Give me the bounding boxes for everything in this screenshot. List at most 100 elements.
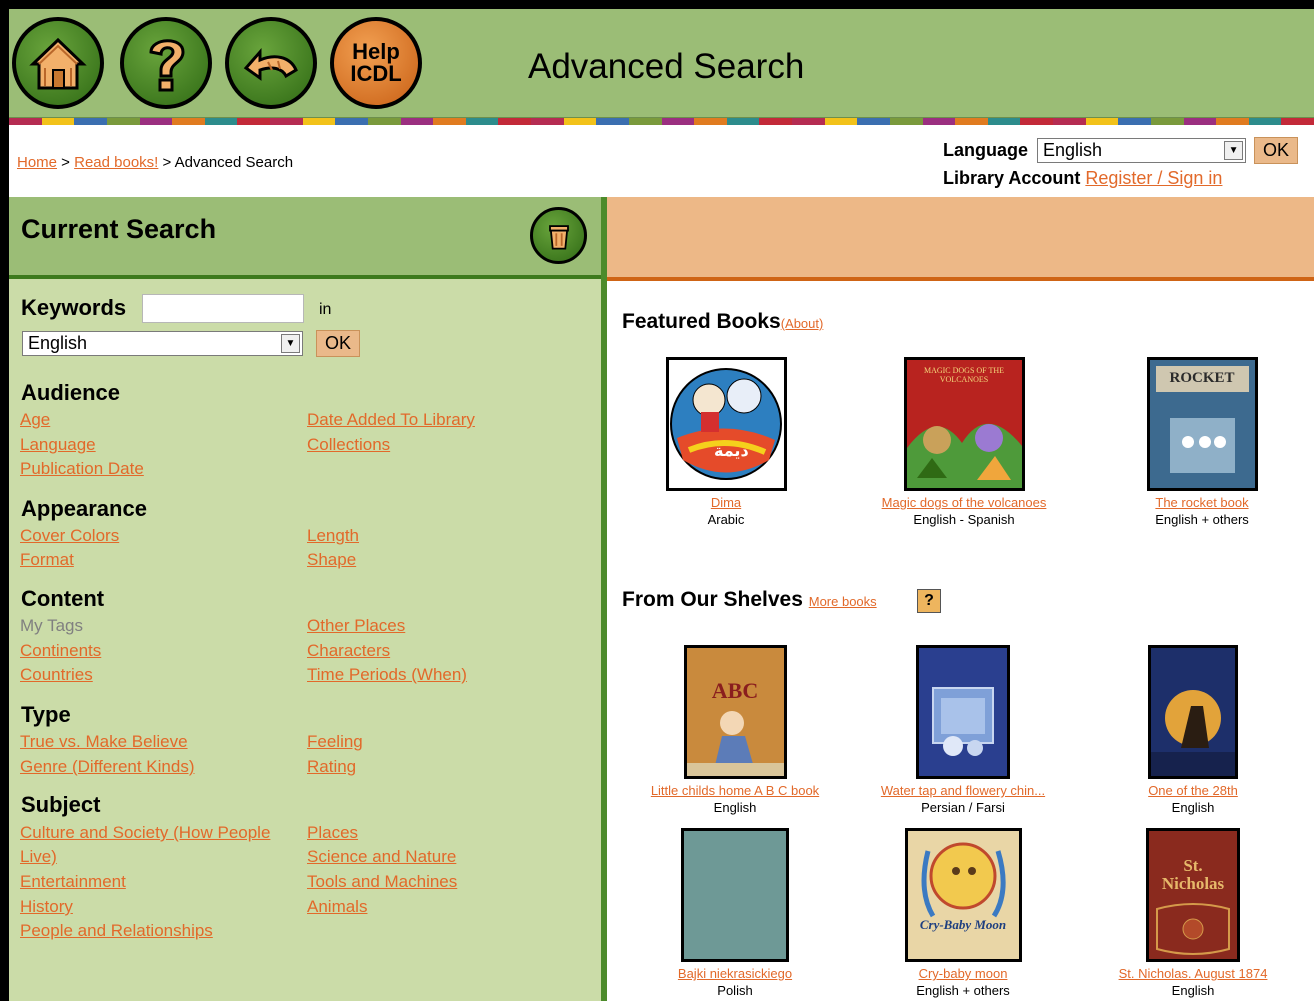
abc-cover-art: [686, 711, 784, 776]
facet-collections-link[interactable]: Collections: [307, 435, 390, 455]
shelves-help-button[interactable]: ?: [917, 589, 941, 613]
language-label: Language: [943, 140, 1029, 160]
facet-date-added-link[interactable]: Date Added To Library: [307, 410, 475, 430]
library-account-label: Library Account: [943, 168, 1081, 188]
book-title-link[interactable]: The rocket book: [1155, 495, 1248, 510]
book-language: English + others: [916, 983, 1010, 998]
stripe-segment: [74, 118, 107, 125]
stripe-segment: [1150, 118, 1184, 125]
book-title-link[interactable]: Water tap and flowery chin...: [881, 783, 1045, 798]
facet-places-link[interactable]: Places: [307, 823, 358, 843]
facet-age-link[interactable]: Age: [20, 410, 50, 430]
facet-history-link[interactable]: History: [20, 897, 73, 917]
stripe-segment: [1118, 118, 1151, 125]
shelf-book-card[interactable]: Bajki niekrasickiego Polish: [635, 828, 835, 998]
facet-people-relationships-link[interactable]: People and Relationships: [20, 921, 213, 941]
facet-length-link[interactable]: Length: [307, 526, 359, 546]
breadcrumb-separator: >: [158, 154, 175, 171]
facet-shape-link[interactable]: Shape: [307, 550, 356, 570]
facet-other-places-link[interactable]: Other Places: [307, 616, 405, 636]
stripe-segment: [661, 118, 695, 125]
dima-cover-art: ديمة: [669, 368, 782, 480]
facet-characters-link[interactable]: Characters: [307, 641, 390, 661]
book-title-link[interactable]: Little childs home A B C book: [651, 783, 819, 798]
stripe-segment: [694, 118, 727, 125]
cover-text: MAGIC DOGS OF THE VOLCANOES: [923, 366, 1005, 384]
book-title-link[interactable]: Cry-baby moon: [919, 966, 1008, 981]
book-title-link[interactable]: St. Nicholas. August 1874: [1119, 966, 1268, 981]
book-cover[interactable]: [916, 645, 1010, 779]
facet-continents-link[interactable]: Continents: [20, 641, 101, 661]
facet-my-tags: My Tags: [20, 616, 83, 635]
featured-about-link[interactable]: (About): [781, 316, 824, 331]
stripe-segment: [531, 118, 564, 125]
shelf-book-card[interactable]: St. Nicholas St. Nicholas. August 1874 E…: [1093, 828, 1293, 998]
book-language: Arabic: [707, 512, 745, 527]
facet-feeling-link[interactable]: Feeling: [307, 732, 363, 752]
book-cover[interactable]: ديمة: [665, 357, 787, 491]
chevron-down-icon: ▼: [281, 334, 300, 353]
home-button[interactable]: [12, 17, 104, 109]
facet-countries-link[interactable]: Countries: [20, 665, 93, 685]
shelf-book-card[interactable]: One of the 28th English: [1093, 645, 1293, 815]
facet-time-periods-link[interactable]: Time Periods (When): [307, 665, 467, 685]
help-icdl-button[interactable]: Help ICDL: [330, 17, 422, 109]
facet-tools-machines-link[interactable]: Tools and Machines: [307, 872, 457, 892]
book-language: English - Spanish: [913, 512, 1015, 527]
facet-language-link[interactable]: Language: [20, 435, 96, 455]
facet-culture-society-link[interactable]: Culture and Society (How People: [20, 823, 270, 843]
keywords-input[interactable]: [142, 294, 304, 323]
facet-culture-society-link-cont[interactable]: Live): [20, 847, 57, 867]
book-cover[interactable]: MAGIC DOGS OF THE VOLCANOES: [903, 357, 1025, 491]
stripe-segment: [498, 118, 531, 125]
facet-format-link[interactable]: Format: [20, 550, 74, 570]
stripe-segment: [857, 118, 890, 125]
stripe-segment: [922, 118, 956, 125]
help-question-button[interactable]: [120, 17, 212, 109]
facet-true-vs-make-believe-link[interactable]: True vs. Make Believe: [20, 732, 188, 752]
stripe-segment: [596, 118, 629, 125]
stripe-segment: [335, 118, 368, 125]
back-button[interactable]: [225, 17, 317, 109]
keywords-language-select[interactable]: English ▼: [22, 331, 303, 356]
back-arrow-icon: [243, 48, 298, 81]
clear-search-button[interactable]: [530, 207, 587, 264]
breadcrumb-home-link[interactable]: Home: [17, 154, 57, 171]
facet-science-nature-link[interactable]: Science and Nature: [307, 847, 456, 867]
stripe-segment: [628, 118, 662, 125]
shelf-book-card[interactable]: ABC Little childs home A B C book Englis…: [635, 645, 835, 815]
site-language-select[interactable]: English ▼: [1037, 138, 1247, 163]
results-header: [607, 197, 1314, 281]
facet-publication-date-link[interactable]: Publication Date: [20, 459, 144, 479]
svg-text:ديمة: ديمة: [714, 441, 749, 460]
shelf-book-card[interactable]: Cry-Baby Moon Cry-baby moon English + ot…: [863, 828, 1063, 998]
featured-books-heading: Featured Books(About): [622, 310, 823, 334]
page-title: Advanced Search: [528, 47, 805, 86]
keywords-ok-button[interactable]: OK: [316, 330, 361, 357]
book-cover[interactable]: [681, 828, 789, 962]
facet-cover-colors-link[interactable]: Cover Colors: [20, 526, 119, 546]
book-cover[interactable]: St. Nicholas: [1146, 828, 1240, 962]
featured-book-card[interactable]: MAGIC DOGS OF THE VOLCANOES Magic dogs o…: [864, 357, 1064, 527]
book-cover[interactable]: ABC: [683, 645, 787, 779]
breadcrumb-read-books-link[interactable]: Read books!: [74, 154, 158, 171]
book-cover[interactable]: ROCKET: [1146, 357, 1258, 491]
facet-animals-link[interactable]: Animals: [307, 897, 367, 917]
site-language-ok-button[interactable]: OK: [1254, 137, 1299, 164]
keywords-in-label: in: [319, 301, 332, 318]
book-title-link[interactable]: Bajki niekrasickiego: [678, 966, 792, 981]
book-cover[interactable]: [1148, 645, 1238, 779]
facet-rating-link[interactable]: Rating: [307, 757, 356, 777]
featured-book-card[interactable]: ROCKET The rocket book English + others: [1112, 357, 1292, 527]
featured-book-card[interactable]: ديمة Dima Arabic: [636, 357, 816, 527]
book-cover[interactable]: Cry-Baby Moon: [904, 828, 1022, 962]
more-books-link[interactable]: More books: [809, 594, 877, 609]
book-title-link[interactable]: Dima: [711, 495, 741, 510]
featured-books-title: Featured Books: [622, 310, 781, 333]
register-sign-in-link[interactable]: Register / Sign in: [1085, 168, 1222, 188]
book-title-link[interactable]: Magic dogs of the volcanoes: [882, 495, 1047, 510]
book-title-link[interactable]: One of the 28th: [1148, 783, 1238, 798]
facet-genre-link[interactable]: Genre (Different Kinds): [20, 757, 194, 777]
facet-entertainment-link[interactable]: Entertainment: [20, 872, 126, 892]
shelf-book-card[interactable]: Water tap and flowery chin... Persian / …: [863, 645, 1063, 815]
